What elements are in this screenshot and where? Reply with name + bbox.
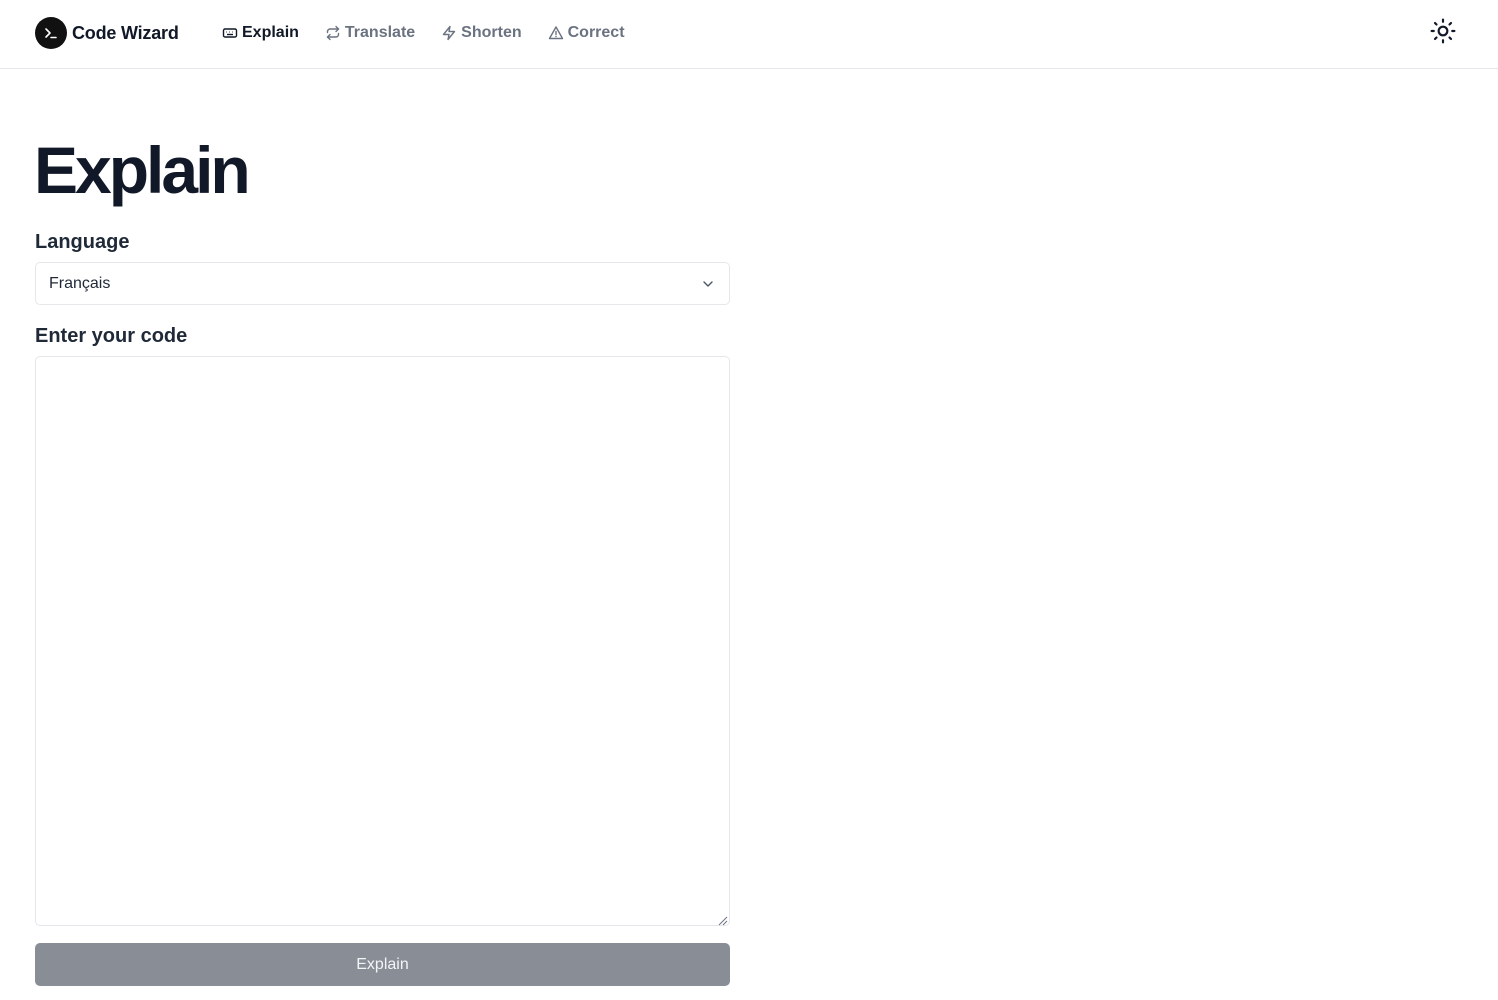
code-input[interactable]	[35, 356, 730, 926]
nav-shorten-label: Shorten	[461, 24, 522, 41]
nav-translate[interactable]: Translate	[325, 24, 415, 42]
language-select-value: Français	[49, 274, 111, 292]
resize-handle-icon[interactable]	[717, 913, 728, 926]
nav-shorten[interactable]: Shorten	[441, 24, 522, 42]
main-nav: Explain Translate Shorten Correct	[222, 20, 651, 46]
zap-icon	[441, 25, 457, 41]
nav-correct[interactable]: Correct	[548, 24, 625, 42]
keyboard-icon	[222, 25, 238, 41]
nav-explain[interactable]: Explain	[222, 24, 299, 42]
chevron-down-icon	[701, 277, 715, 291]
sun-icon	[1430, 18, 1456, 49]
nav-translate-label: Translate	[344, 24, 416, 41]
nav-correct-label: Correct	[567, 24, 625, 41]
top-navbar: Code Wizard Explain Translate Shorten Co…	[0, 0, 1498, 69]
alert-triangle-icon	[548, 25, 564, 41]
terminal-logo-icon	[35, 17, 67, 49]
brand-link[interactable]: Code Wizard	[35, 17, 179, 49]
nav-explain-label: Explain	[242, 24, 299, 41]
brand-name: Code Wizard	[72, 22, 179, 43]
code-label: Enter your code	[35, 325, 188, 347]
page-title: Explain	[34, 133, 251, 207]
explain-submit-button[interactable]: Explain	[35, 943, 730, 986]
language-label: Language	[35, 231, 130, 253]
repeat-icon	[325, 25, 341, 41]
language-select[interactable]: Français	[35, 262, 730, 305]
theme-toggle-button[interactable]	[1428, 18, 1458, 48]
